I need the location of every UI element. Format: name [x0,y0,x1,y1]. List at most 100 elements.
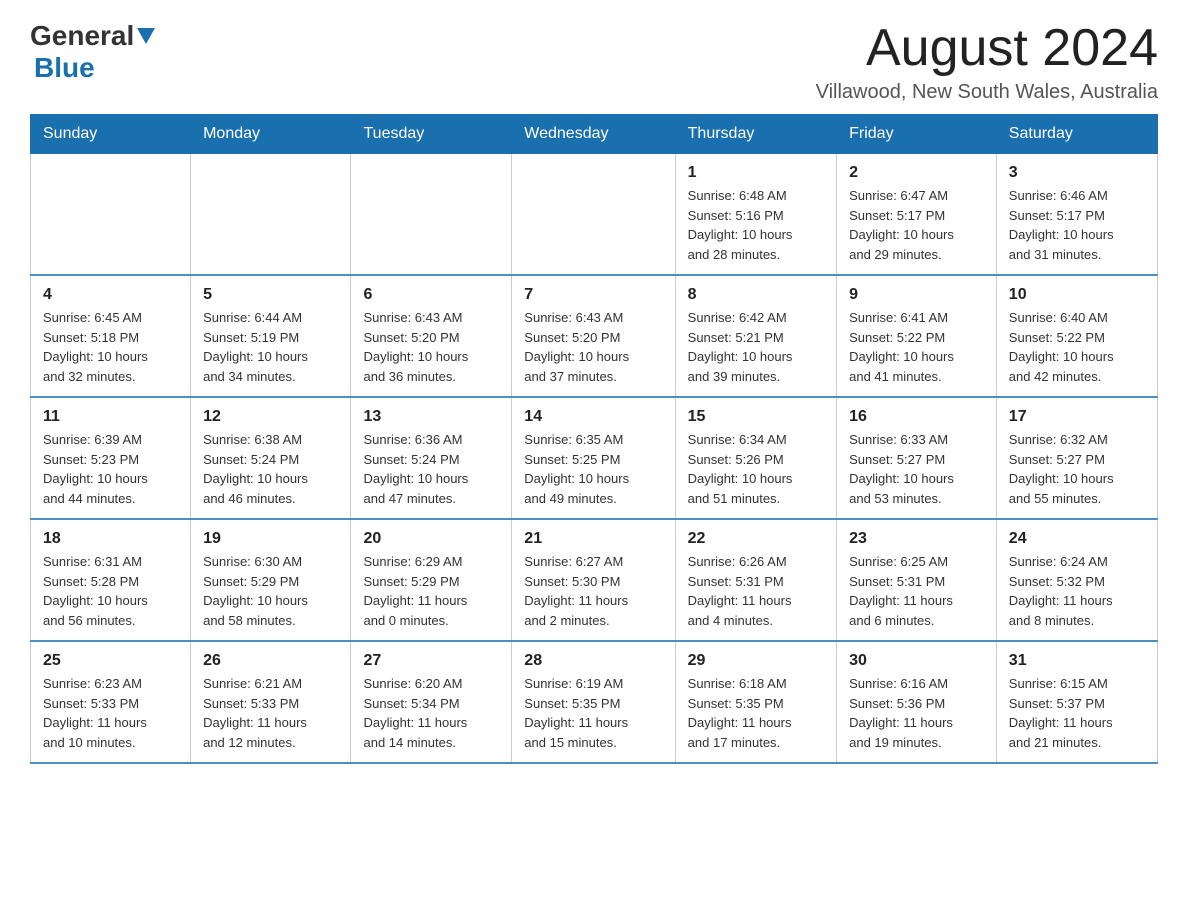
calendar-week-row: 11 Sunrise: 6:39 AMSunset: 5:23 PMDayligh… [31,397,1158,519]
month-title: August 2024 [816,20,1158,77]
day-number: 24 [1009,530,1145,548]
day-number: 3 [1009,164,1145,182]
calendar-table: Sunday Monday Tuesday Wednesday Thursday… [30,114,1158,764]
day-number: 1 [688,164,824,182]
table-row: 18 Sunrise: 6:31 AMSunset: 5:28 PMDayligh… [31,519,191,641]
day-info: Sunrise: 6:36 AMSunset: 5:24 PMDaylight:… [363,430,499,508]
table-row: 19 Sunrise: 6:30 AMSunset: 5:29 PMDayligh… [191,519,351,641]
table-row: 21 Sunrise: 6:27 AMSunset: 5:30 PMDayligh… [512,519,675,641]
day-info: Sunrise: 6:19 AMSunset: 5:35 PMDaylight:… [524,674,662,752]
day-info: Sunrise: 6:24 AMSunset: 5:32 PMDaylight:… [1009,552,1145,630]
table-row: 5Sunrise: 6:44 AMSunset: 5:19 PMDaylight… [191,275,351,397]
table-row: 26 Sunrise: 6:21 AMSunset: 5:33 PMDayligh… [191,641,351,763]
day-number: 8 [688,286,824,304]
day-info: Sunrise: 6:20 AMSunset: 5:34 PMDaylight:… [363,674,499,752]
day-info: Sunrise: 6:40 AMSunset: 5:22 PMDaylight:… [1009,308,1145,386]
header-tuesday: Tuesday [351,115,512,154]
day-number: 16 [849,408,984,426]
day-number: 6 [363,286,499,304]
day-number: 22 [688,530,824,548]
day-info: Sunrise: 6:25 AMSunset: 5:31 PMDaylight:… [849,552,984,630]
header-wednesday: Wednesday [512,115,675,154]
day-number: 4 [43,286,178,304]
table-row: 10Sunrise: 6:40 AMSunset: 5:22 PMDayligh… [996,275,1157,397]
day-info: Sunrise: 6:32 AMSunset: 5:27 PMDaylight:… [1009,430,1145,508]
day-info: Sunrise: 6:35 AMSunset: 5:25 PMDaylight:… [524,430,662,508]
day-info: Sunrise: 6:34 AMSunset: 5:26 PMDaylight:… [688,430,824,508]
day-number: 23 [849,530,984,548]
table-row: 13 Sunrise: 6:36 AMSunset: 5:24 PMDayligh… [351,397,512,519]
table-row: 22 Sunrise: 6:26 AMSunset: 5:31 PMDayligh… [675,519,836,641]
location-title: Villawood, New South Wales, Australia [816,81,1158,104]
day-info: Sunrise: 6:38 AMSunset: 5:24 PMDaylight:… [203,430,338,508]
day-info: Sunrise: 6:23 AMSunset: 5:33 PMDaylight:… [43,674,178,752]
day-number: 30 [849,652,984,670]
table-row: 27 Sunrise: 6:20 AMSunset: 5:34 PMDayligh… [351,641,512,763]
table-row: 12 Sunrise: 6:38 AMSunset: 5:24 PMDayligh… [191,397,351,519]
table-row: 17 Sunrise: 6:32 AMSunset: 5:27 PMDayligh… [996,397,1157,519]
day-number: 20 [363,530,499,548]
day-info: Sunrise: 6:18 AMSunset: 5:35 PMDaylight:… [688,674,824,752]
day-info: Sunrise: 6:39 AMSunset: 5:23 PMDaylight:… [43,430,178,508]
day-info: Sunrise: 6:15 AMSunset: 5:37 PMDaylight:… [1009,674,1145,752]
day-number: 25 [43,652,178,670]
day-info: Sunrise: 6:27 AMSunset: 5:30 PMDaylight:… [524,552,662,630]
table-row: 3Sunrise: 6:46 AMSunset: 5:17 PMDaylight… [996,154,1157,276]
day-info: Sunrise: 6:29 AMSunset: 5:29 PMDaylight:… [363,552,499,630]
table-row: 20 Sunrise: 6:29 AMSunset: 5:29 PMDayligh… [351,519,512,641]
day-info: Sunrise: 6:33 AMSunset: 5:27 PMDaylight:… [849,430,984,508]
table-row: 8 Sunrise: 6:42 AMSunset: 5:21 PMDaylight… [675,275,836,397]
day-info: Sunrise: 6:44 AMSunset: 5:19 PMDaylight:… [203,308,338,386]
table-row: 6Sunrise: 6:43 AMSunset: 5:20 PMDaylight… [351,275,512,397]
day-number: 9 [849,286,984,304]
table-row: 1 Sunrise: 6:48 AMSunset: 5:16 PMDaylight… [675,154,836,276]
day-number: 27 [363,652,499,670]
calendar-week-row: 25 Sunrise: 6:23 AMSunset: 5:33 PMDayligh… [31,641,1158,763]
day-number: 21 [524,530,662,548]
header-monday: Monday [191,115,351,154]
table-row: 4Sunrise: 6:45 AMSunset: 5:18 PMDaylight… [31,275,191,397]
day-number: 17 [1009,408,1145,426]
day-number: 14 [524,408,662,426]
calendar-week-row: 1 Sunrise: 6:48 AMSunset: 5:16 PMDaylight… [31,154,1158,276]
day-info: Sunrise: 6:26 AMSunset: 5:31 PMDaylight:… [688,552,824,630]
day-number: 11 [43,408,178,426]
day-number: 19 [203,530,338,548]
table-row [351,154,512,276]
day-number: 26 [203,652,338,670]
table-row: 30 Sunrise: 6:16 AMSunset: 5:36 PMDayligh… [837,641,997,763]
table-row: 29 Sunrise: 6:18 AMSunset: 5:35 PMDayligh… [675,641,836,763]
logo-blue-text: Blue [34,52,95,84]
day-number: 31 [1009,652,1145,670]
day-info: Sunrise: 6:31 AMSunset: 5:28 PMDaylight:… [43,552,178,630]
table-row: 14 Sunrise: 6:35 AMSunset: 5:25 PMDayligh… [512,397,675,519]
table-row: 2 Sunrise: 6:47 AMSunset: 5:17 PMDaylight… [837,154,997,276]
table-row: 28 Sunrise: 6:19 AMSunset: 5:35 PMDayligh… [512,641,675,763]
day-number: 28 [524,652,662,670]
table-row: 24 Sunrise: 6:24 AMSunset: 5:32 PMDayligh… [996,519,1157,641]
day-number: 12 [203,408,338,426]
day-info: Sunrise: 6:30 AMSunset: 5:29 PMDaylight:… [203,552,338,630]
day-info: Sunrise: 6:48 AMSunset: 5:16 PMDaylight:… [688,186,824,264]
day-number: 29 [688,652,824,670]
day-number: 18 [43,530,178,548]
table-row: 25 Sunrise: 6:23 AMSunset: 5:33 PMDayligh… [31,641,191,763]
calendar-week-row: 18 Sunrise: 6:31 AMSunset: 5:28 PMDayligh… [31,519,1158,641]
day-number: 13 [363,408,499,426]
day-info: Sunrise: 6:16 AMSunset: 5:36 PMDaylight:… [849,674,984,752]
table-row: 7Sunrise: 6:43 AMSunset: 5:20 PMDaylight… [512,275,675,397]
page-header: General Blue August 2024 Villawood, New … [30,20,1158,104]
day-number: 15 [688,408,824,426]
header-saturday: Saturday [996,115,1157,154]
day-info: Sunrise: 6:41 AMSunset: 5:22 PMDaylight:… [849,308,984,386]
day-number: 2 [849,164,984,182]
day-info: Sunrise: 6:21 AMSunset: 5:33 PMDaylight:… [203,674,338,752]
day-info: Sunrise: 6:43 AMSunset: 5:20 PMDaylight:… [524,308,662,386]
table-row: 23 Sunrise: 6:25 AMSunset: 5:31 PMDayligh… [837,519,997,641]
day-info: Sunrise: 6:42 AMSunset: 5:21 PMDaylight:… [688,308,824,386]
day-info: Sunrise: 6:47 AMSunset: 5:17 PMDaylight:… [849,186,984,264]
header-friday: Friday [837,115,997,154]
table-row [31,154,191,276]
table-row: 15 Sunrise: 6:34 AMSunset: 5:26 PMDayligh… [675,397,836,519]
logo-triangle-icon [135,24,157,46]
